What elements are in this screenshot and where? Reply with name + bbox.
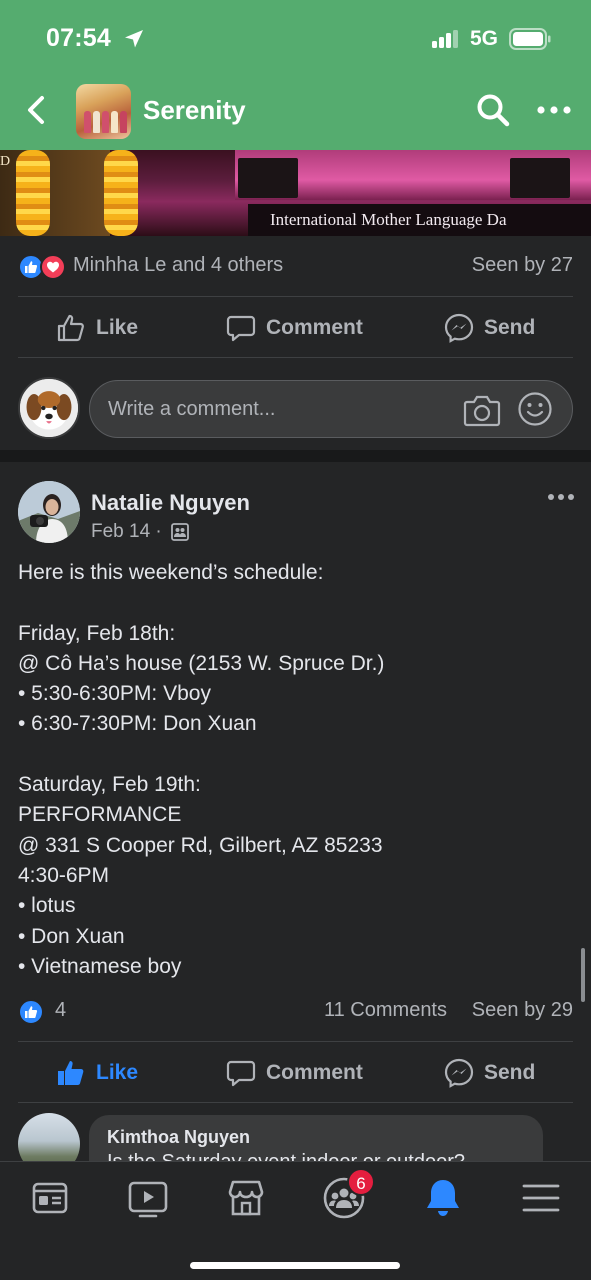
comments-count[interactable]: 11 Comments [324, 999, 447, 1022]
tab-feed[interactable] [28, 1176, 72, 1220]
send-label: Send [484, 1061, 536, 1084]
photo-caption: International Mother Language Da [270, 210, 507, 229]
send-button[interactable]: Send [444, 298, 535, 358]
like-count: 4 [55, 999, 67, 1021]
comment-composer: Write a comment... [0, 372, 591, 448]
home-indicator[interactable] [190, 1262, 400, 1269]
post-author-name[interactable]: Natalie Nguyen [91, 490, 250, 516]
app-header: 07:54 5G Serenity [0, 0, 591, 150]
group-avatar[interactable] [76, 84, 131, 139]
status-bar: 07:54 5G [0, 0, 591, 80]
seen-by-count[interactable]: Seen by 27 [472, 254, 573, 277]
bottom-tab-bar: 6 [0, 1161, 591, 1280]
seen-by-count[interactable]: Seen by 29 [472, 999, 573, 1022]
like-reaction-icon [18, 999, 44, 1025]
post-actions: Like Comment Send [0, 298, 591, 358]
comment-label: Comment [266, 1061, 363, 1084]
like-button[interactable]: Like [56, 298, 138, 358]
battery-icon [509, 28, 551, 50]
camera-icon[interactable] [463, 392, 501, 428]
post-body-text: Here is this weekend’s schedule: Friday,… [18, 561, 385, 978]
comment-text: Is the Saturday event indoor or outdoor? [107, 1151, 465, 1161]
tab-marketplace[interactable] [224, 1176, 268, 1220]
tab-notifications[interactable] [421, 1176, 465, 1220]
comment-icon [226, 1060, 256, 1087]
status-time: 07:54 [46, 24, 111, 52]
notification-badge: 6 [347, 1168, 375, 1196]
bell-icon [427, 1180, 459, 1216]
signal-icon [432, 30, 458, 48]
comment-input[interactable]: Write a comment... [89, 380, 573, 438]
post-more-icon[interactable] [546, 489, 576, 505]
reactors-text: Minhha Le and 4 others [73, 254, 284, 276]
send-button[interactable]: Send [444, 1043, 535, 1103]
send-label: Send [484, 316, 536, 339]
location-arrow-icon [125, 30, 143, 48]
comment-bubble[interactable]: Kimthoa Nguyen Is the Saturday event ind… [89, 1115, 543, 1161]
emoji-icon[interactable] [517, 391, 553, 427]
divider [18, 357, 573, 358]
divider [18, 1102, 573, 1103]
marketplace-icon [228, 1180, 264, 1216]
scrollbar[interactable] [581, 948, 585, 1002]
messenger-icon [444, 313, 474, 343]
commenter-avatar[interactable] [18, 1113, 80, 1161]
search-icon[interactable] [475, 92, 511, 128]
group-title[interactable]: Serenity [143, 95, 246, 126]
like-label: Like [96, 1061, 139, 1084]
photo-edge-letter: D [0, 154, 11, 169]
reaction-summary[interactable]: 4 11 Comments Seen by 29 [18, 993, 573, 1033]
post-date[interactable]: Feb 14 · [91, 521, 162, 543]
network-label: 5G [470, 27, 499, 50]
tab-menu[interactable] [519, 1176, 563, 1220]
comment-button[interactable]: Comment [226, 1043, 363, 1103]
love-reaction-icon [40, 254, 66, 280]
comment-preview[interactable]: Kimthoa Nguyen Is the Saturday event ind… [0, 1113, 591, 1161]
tab-video[interactable] [126, 1176, 170, 1220]
video-icon [128, 1181, 168, 1218]
back-icon[interactable] [20, 92, 52, 128]
audience-icon [171, 523, 189, 541]
like-button[interactable]: Like [56, 1043, 138, 1103]
feed-separator [0, 450, 591, 462]
author-avatar[interactable] [18, 481, 80, 543]
menu-icon [522, 1184, 560, 1212]
like-icon [58, 1061, 84, 1085]
more-icon[interactable] [536, 100, 572, 120]
comment-label: Comment [266, 316, 363, 339]
comment-placeholder: Write a comment... [108, 398, 276, 420]
commenter-name[interactable]: Kimthoa Nguyen [107, 1127, 250, 1148]
post-actions: Like Comment Send [0, 1043, 591, 1103]
divider [18, 296, 573, 297]
divider [18, 1041, 573, 1042]
like-label: Like [96, 316, 139, 339]
like-icon [57, 314, 84, 342]
post-photo[interactable]: D International Mother Language Da [0, 150, 591, 236]
current-user-avatar[interactable] [18, 377, 80, 439]
comment-button[interactable]: Comment [226, 298, 363, 358]
group-nav-bar: Serenity [0, 80, 591, 150]
messenger-icon [444, 1058, 474, 1088]
reaction-summary[interactable]: Minhha Le and 4 others Seen by 27 [18, 248, 573, 288]
comment-icon [226, 315, 256, 342]
feed-icon [32, 1182, 68, 1214]
